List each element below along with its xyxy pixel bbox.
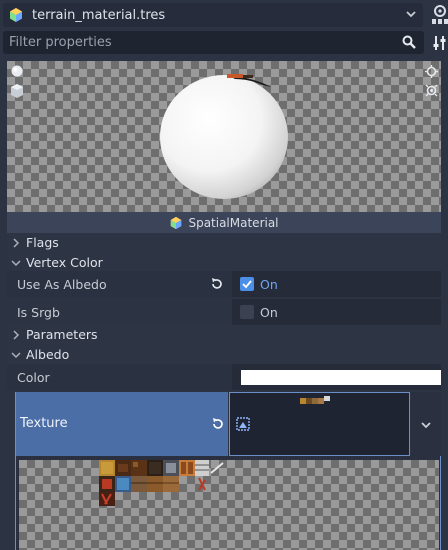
class-name: SpatialMaterial bbox=[188, 215, 279, 230]
preview-sphere bbox=[160, 74, 288, 199]
section-label: Parameters bbox=[26, 327, 98, 342]
checkmark-icon bbox=[242, 280, 252, 289]
color-swatch[interactable] bbox=[241, 370, 441, 385]
class-header: SpatialMaterial bbox=[7, 212, 441, 233]
material-icon bbox=[10, 8, 22, 22]
texture-preview-frame bbox=[15, 456, 441, 550]
is-srgb-checkbox[interactable] bbox=[240, 305, 254, 319]
filter-options-icon[interactable] bbox=[432, 35, 448, 51]
texture-label-cell[interactable]: Texture bbox=[15, 392, 228, 456]
chevron-down-icon bbox=[11, 259, 21, 266]
section-albedo[interactable]: Albedo bbox=[7, 345, 441, 364]
use-as-albedo-checkbox[interactable] bbox=[240, 277, 254, 291]
property-texture: Texture bbox=[15, 392, 441, 456]
texture-preview bbox=[19, 460, 439, 550]
sphere-icon[interactable] bbox=[425, 65, 438, 78]
resource-picker[interactable]: terrain_material.tres bbox=[3, 3, 423, 27]
property-label: Use As Albedo bbox=[17, 277, 107, 292]
chevron-right-icon bbox=[13, 237, 20, 248]
section-label: Vertex Color bbox=[26, 255, 103, 270]
section-vertex-color[interactable]: Vertex Color bbox=[7, 253, 441, 272]
chevron-down-icon bbox=[421, 422, 431, 429]
property-color: Color bbox=[7, 364, 441, 390]
section-flags[interactable]: Flags bbox=[7, 233, 441, 252]
chevron-right-icon bbox=[13, 329, 20, 340]
chevron-down-icon[interactable] bbox=[405, 8, 417, 20]
property-use-as-albedo: Use As Albedo On bbox=[7, 271, 441, 297]
checkbox-label: On bbox=[260, 277, 278, 292]
docs-icon[interactable] bbox=[431, 5, 448, 25]
image-texture-icon bbox=[236, 417, 250, 431]
texture-menu-button[interactable] bbox=[411, 392, 441, 456]
texture-thumbnail bbox=[300, 396, 330, 404]
property-label: Texture bbox=[20, 416, 68, 431]
spatial-material-icon bbox=[171, 216, 182, 229]
light1-icon[interactable] bbox=[11, 65, 23, 77]
texture-resource-slot[interactable] bbox=[229, 392, 410, 456]
search-icon bbox=[402, 35, 416, 49]
resource-header: terrain_material.tres bbox=[0, 0, 448, 30]
property-label: Is Srgb bbox=[17, 305, 60, 320]
light2-icon[interactable] bbox=[11, 84, 23, 98]
section-label: Albedo bbox=[26, 347, 70, 362]
chevron-down-icon bbox=[11, 351, 21, 358]
section-label: Flags bbox=[26, 235, 59, 250]
filter-properties-input[interactable] bbox=[3, 31, 424, 54]
property-is-srgb: Is Srgb On bbox=[7, 299, 441, 325]
property-label: Color bbox=[17, 370, 50, 385]
filter-row bbox=[0, 31, 448, 55]
resource-name: terrain_material.tres bbox=[32, 7, 166, 23]
revert-icon[interactable] bbox=[211, 417, 225, 431]
material-preview bbox=[7, 61, 441, 212]
box-icon[interactable] bbox=[425, 84, 438, 97]
texture-atlas-image bbox=[99, 460, 224, 506]
checkbox-label: On bbox=[260, 305, 278, 320]
revert-icon[interactable] bbox=[210, 277, 224, 291]
section-parameters[interactable]: Parameters bbox=[7, 325, 441, 344]
